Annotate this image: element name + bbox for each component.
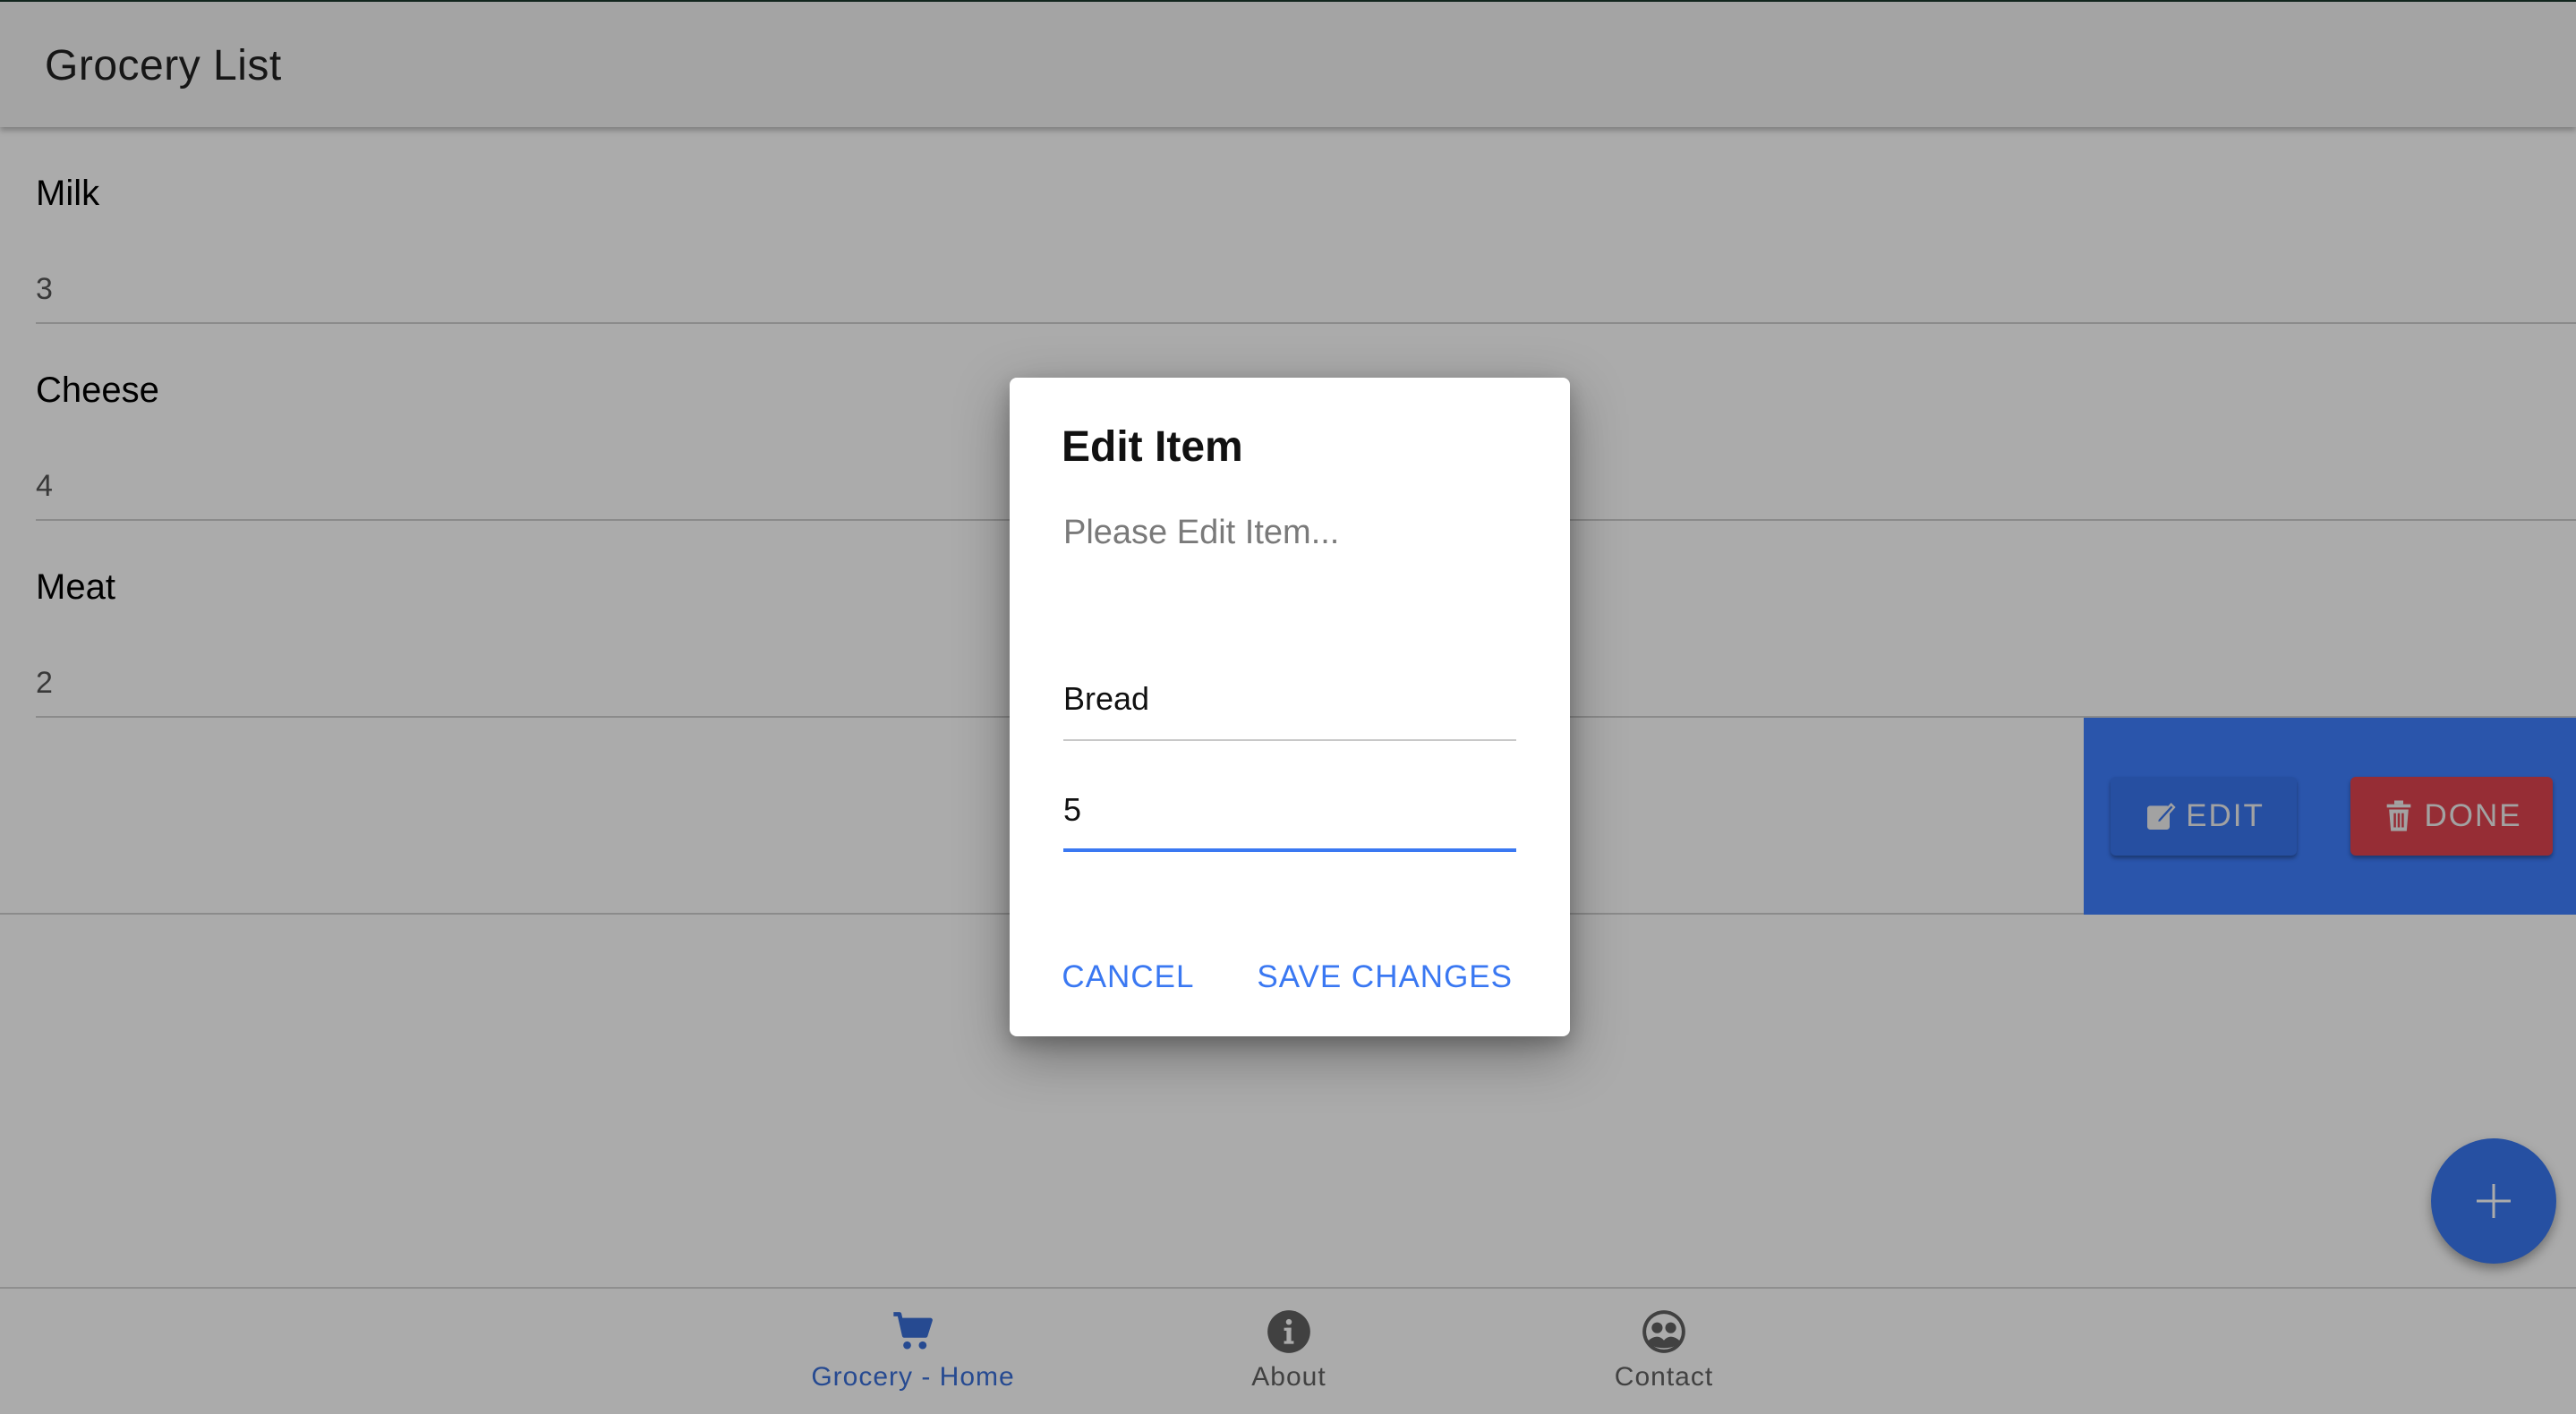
field-underline-focused (1063, 848, 1516, 852)
item-quantity-field (1063, 791, 1516, 852)
dialog-title: Edit Item (1062, 423, 1243, 471)
edit-item-dialog: Edit Item Please Edit Item... CANCEL SAV… (1010, 378, 1570, 1036)
field-underline (1063, 739, 1516, 741)
cancel-button[interactable]: CANCEL (1062, 959, 1194, 995)
dialog-actions: CANCEL SAVE CHANGES (1062, 959, 1513, 995)
save-changes-button[interactable]: SAVE CHANGES (1257, 959, 1513, 995)
item-quantity-input[interactable] (1063, 791, 1516, 829)
dialog-text: Please Edit Item... (1063, 514, 1340, 551)
item-name-field (1063, 680, 1516, 741)
item-name-input[interactable] (1063, 680, 1516, 718)
